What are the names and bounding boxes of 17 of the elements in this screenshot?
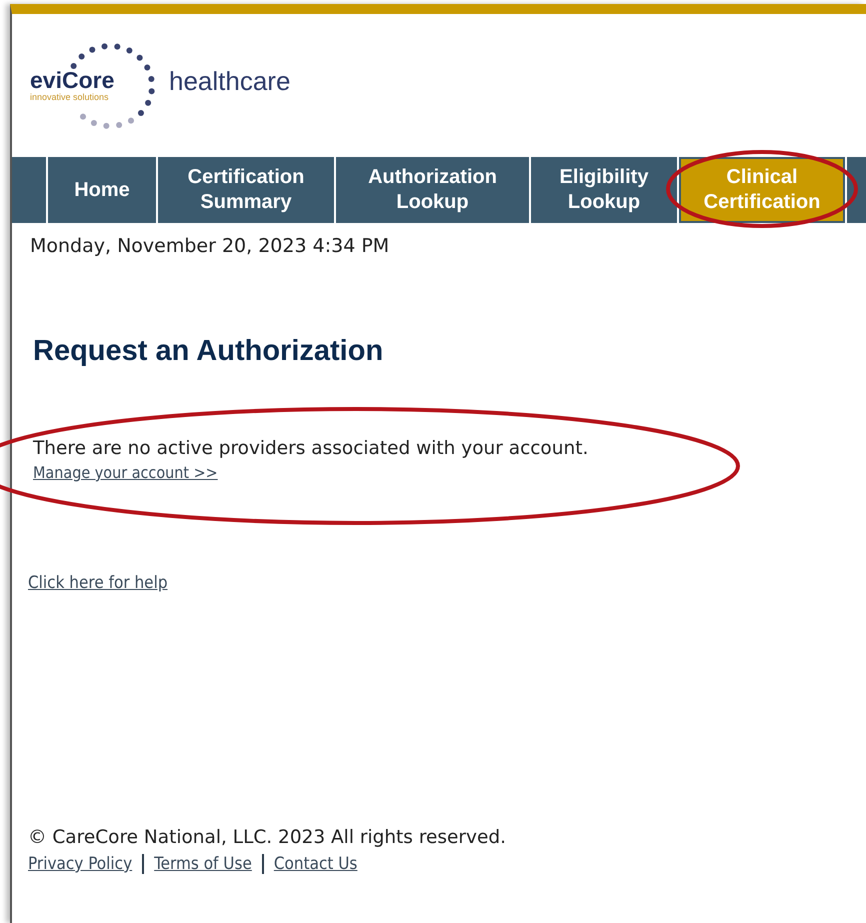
logo-suffix: healthcare — [169, 66, 290, 97]
nav-tab[interactable]: Certification Summary — [158, 157, 334, 223]
page-heading: Request an Authorization — [33, 335, 384, 368]
status-message: There are no active providers associated with your account. — [33, 438, 590, 459]
nav-tab[interactable]: Home — [48, 157, 156, 223]
manage-account-link[interactable]: Manage your account >> — [33, 463, 218, 482]
copyright-text: © CareCore National, LLC. 2023 All rights reserved. — [28, 827, 507, 848]
nav-bar-segment — [12, 157, 46, 223]
footer-link[interactable]: Terms of Use — [154, 854, 252, 874]
nav-tab[interactable]: Authorization Lookup — [336, 157, 529, 223]
current-date: Monday, November 20, 2023 4:34 PM — [30, 235, 390, 257]
nav-tab[interactable]: Eligibility Lookup — [531, 157, 677, 223]
logo-tagline: innovative solutions — [30, 92, 110, 102]
help-link[interactable]: Click here for help — [28, 573, 168, 593]
footer-link[interactable]: Contact Us — [274, 854, 358, 874]
footer-link[interactable]: Privacy Policy — [28, 854, 132, 874]
logo-brand: eviCore — [30, 69, 116, 92]
